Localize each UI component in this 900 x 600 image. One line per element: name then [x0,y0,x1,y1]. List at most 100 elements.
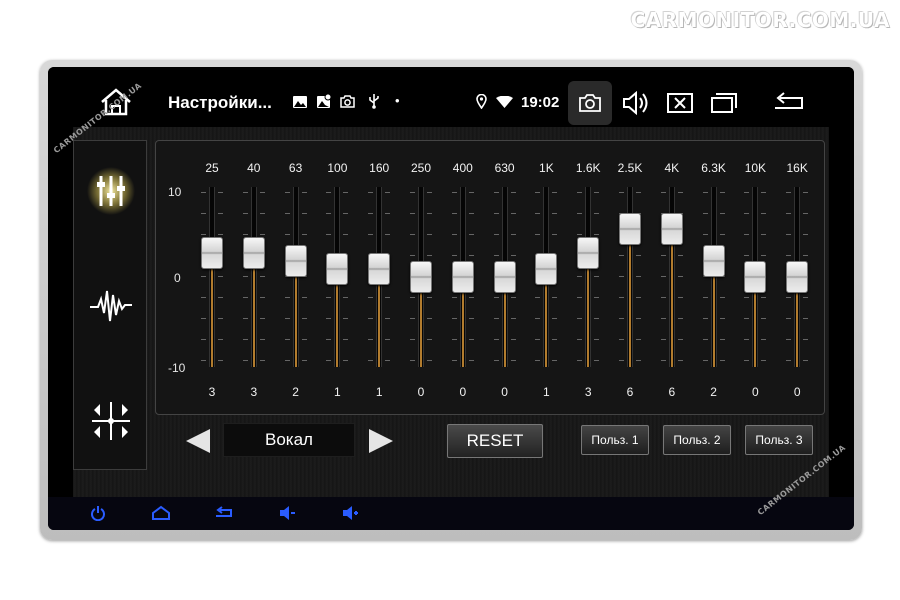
slider-tick [301,213,307,214]
slider-tick [786,234,792,235]
slider-tick [493,234,499,235]
slider-tick [510,360,516,361]
slider-tick [702,192,708,193]
next-preset-button[interactable] [366,427,396,455]
recent-apps-icon[interactable] [707,89,741,117]
slider-tick [368,339,374,340]
slider-tick [493,297,499,298]
slider-tick [218,213,223,214]
slider-tick [218,318,223,319]
slider-tick [660,276,666,277]
slider-tick [677,318,683,319]
slider-tick [259,339,265,340]
slider-tick [535,318,541,319]
slider-tick [201,360,206,361]
user-preset-2-button[interactable]: Польз. 2 [663,425,731,455]
slider-tick [301,192,307,193]
band-value-label: 0 [793,385,801,399]
equalizer-icon[interactable] [86,166,136,216]
slider-tick [326,192,332,193]
hw-home-icon[interactable] [151,505,171,521]
slider-tick [218,297,223,298]
volume-icon[interactable] [620,89,654,117]
slider-knob[interactable] [535,253,558,285]
slider-tick [410,360,415,361]
slider-tick [803,318,809,319]
waveform-icon[interactable] [86,281,136,331]
back-icon[interactable] [772,89,806,117]
slider-tick [786,192,792,193]
slider-tick [535,360,541,361]
slider-tick [259,234,265,235]
slider-tick [552,213,558,214]
slider-tick [259,318,265,319]
hw-volume-down-icon[interactable] [277,505,297,521]
slider-fill [545,285,548,367]
band-frequency-label: 63 [288,161,303,175]
slider-knob[interactable] [744,261,767,293]
eq-band: 40 3 [234,141,274,416]
slider-tick [744,255,750,256]
slider-knob[interactable] [619,213,641,245]
hw-back-icon[interactable] [214,505,234,521]
slider-tick [803,213,809,214]
screenshot-button[interactable] [568,81,612,125]
slider-tick [242,213,248,214]
slider-knob[interactable] [284,245,307,277]
slider-tick [259,276,265,277]
slider-knob[interactable] [786,261,809,293]
band-value-label: 1 [334,385,341,399]
slider-knob[interactable] [410,261,432,293]
slider-knob[interactable] [368,253,391,285]
slider-tick [786,360,792,361]
eq-band: 16K 0 [777,141,817,416]
slider-tick [259,213,265,214]
slider-knob[interactable] [493,261,516,293]
slider-knob[interactable] [201,237,223,269]
band-frequency-label: 400 [452,161,473,175]
power-icon[interactable] [88,505,108,521]
band-frequency-label: 160 [369,161,390,175]
slider-fill [336,285,339,367]
db-label-min: -10 [168,361,186,375]
slider-knob[interactable] [660,213,683,245]
slider-knob[interactable] [702,245,725,277]
slider-tick [259,360,265,361]
slider-tick [301,297,307,298]
camera-icon [579,94,601,112]
slider-knob[interactable] [242,237,265,269]
slider-tick [744,339,750,340]
slider-tick [594,360,600,361]
slider-tick [343,234,349,235]
notification-dot: • [395,93,400,108]
slider-tick [468,339,474,340]
slider-knob[interactable] [326,253,349,285]
band-value-label: 0 [459,385,467,399]
watermark: CARMONITOR.COM.UA [630,8,890,32]
hw-volume-up-icon[interactable] [340,505,360,521]
slider-tick [284,213,290,214]
close-app-icon[interactable] [663,89,697,117]
slider-tick [577,360,583,361]
slider-tick [619,255,624,256]
hardware-button-bar [48,497,854,530]
slider-tick [242,318,248,319]
reset-button[interactable]: RESET [447,424,543,458]
slider-tick [535,234,541,235]
slider-tick [719,213,725,214]
slider-knob[interactable] [577,237,600,269]
slider-tick [761,339,767,340]
prev-preset-button[interactable] [183,427,213,455]
slider-tick [343,213,349,214]
user-preset-1-button[interactable]: Польз. 1 [581,425,649,455]
slider-tick [636,192,641,193]
slider-tick [677,192,683,193]
slider-tick [761,255,767,256]
user-preset-3-button[interactable]: Польз. 3 [745,425,813,455]
slider-tick [326,297,332,298]
slider-fill [252,269,255,367]
slider-knob[interactable] [451,261,474,293]
slider-tick [744,213,750,214]
balance-fader-icon[interactable] [86,396,136,446]
band-value-label: 6 [626,385,634,399]
